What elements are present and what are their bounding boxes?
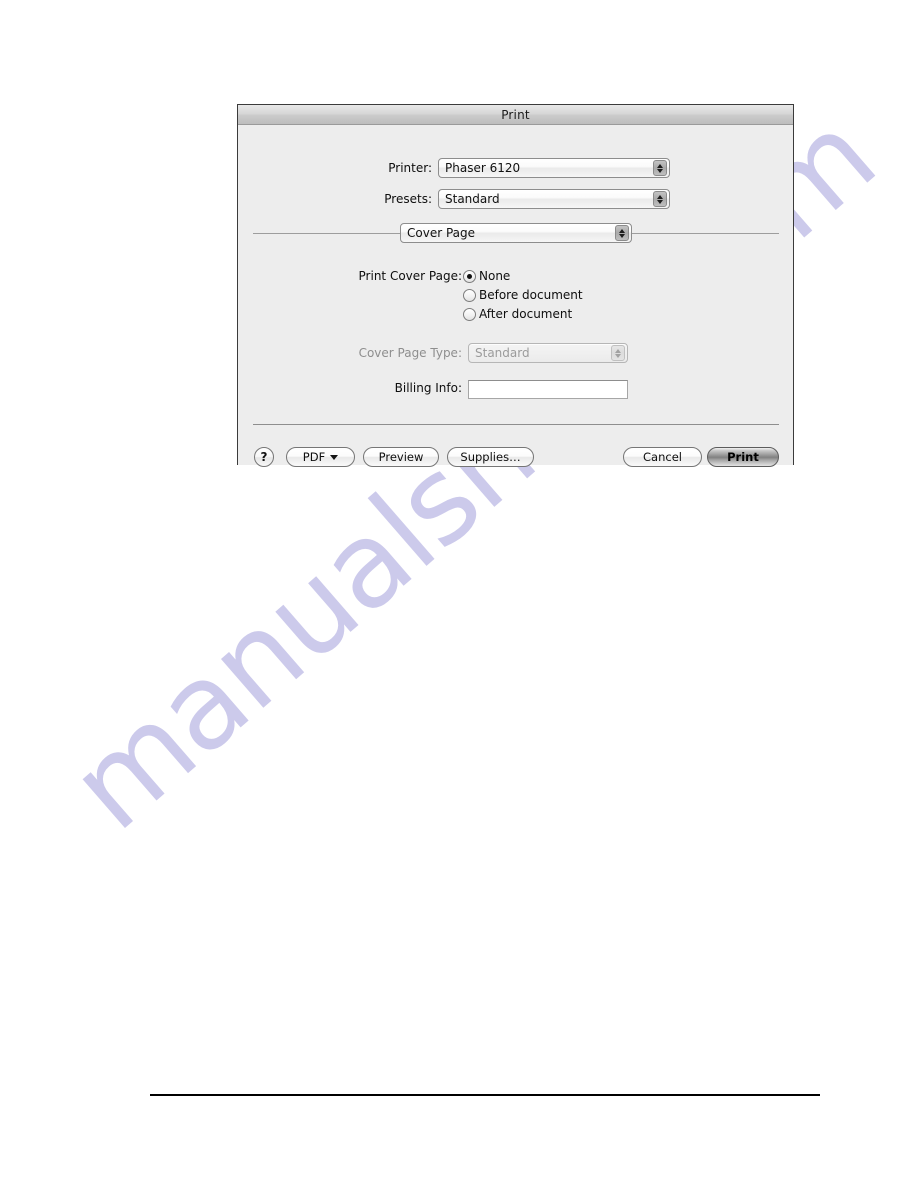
help-button[interactable]: ? — [254, 447, 274, 467]
radio-none[interactable] — [463, 269, 476, 283]
chevron-up-icon — [619, 228, 625, 233]
cancel-button[interactable]: Cancel — [623, 447, 702, 467]
cover-page-type-label: Cover Page Type: — [358, 346, 462, 360]
dialog-body: Printer: Phaser 6120 Presets: Standard C… — [238, 125, 793, 467]
presets-row: Presets: Standard — [343, 189, 770, 209]
button-bar-separator — [253, 424, 779, 425]
help-button-label: ? — [260, 450, 268, 464]
radio-before-document-label: Before document — [479, 288, 583, 302]
print-cover-page-row: Print Cover Page: None — [355, 269, 511, 283]
pane-rule-left — [253, 233, 400, 234]
chevron-down-icon — [657, 199, 663, 204]
radio-none-label: None — [479, 269, 511, 283]
pane-stepper-icon[interactable] — [615, 225, 629, 241]
printer-row: Printer: Phaser 6120 — [343, 158, 770, 178]
printer-popup-value: Phaser 6120 — [445, 161, 521, 175]
preview-button-label: Preview — [378, 450, 424, 464]
billing-info-value — [469, 383, 477, 401]
chevron-down-icon — [330, 454, 339, 460]
supplies-button-label: Supplies… — [460, 450, 521, 464]
chevron-down-icon — [657, 168, 663, 173]
pane-popup[interactable]: Cover Page — [400, 223, 632, 243]
chevron-down-icon — [615, 353, 621, 358]
presets-stepper-icon[interactable] — [653, 191, 667, 207]
print-cover-page-label: Print Cover Page: — [358, 269, 462, 283]
pane-popup-value: Cover Page — [407, 226, 476, 240]
presets-label: Presets: — [384, 192, 432, 206]
cover-page-type-popup: Standard — [468, 343, 628, 363]
pdf-button-label: PDF — [302, 450, 326, 464]
presets-popup-value: Standard — [445, 192, 500, 206]
supplies-button[interactable]: Supplies… — [447, 447, 534, 467]
billing-info-label: Billing Info: — [394, 381, 462, 395]
cover-page-type-row: Cover Page Type: Standard — [355, 343, 628, 363]
after-document-row[interactable]: After document — [463, 307, 572, 321]
radio-after-document[interactable] — [463, 307, 476, 321]
chevron-up-icon — [657, 163, 663, 168]
cover-page-type-stepper-icon — [611, 345, 625, 361]
print-button-label: Print — [727, 450, 759, 464]
billing-info-input[interactable] — [468, 380, 628, 399]
presets-popup[interactable]: Standard — [438, 189, 670, 209]
radio-dot-icon — [467, 273, 472, 279]
page-footer-rule — [150, 1094, 820, 1096]
chevron-down-icon — [619, 233, 625, 238]
print-button[interactable]: Print — [707, 447, 779, 467]
cancel-button-label: Cancel — [643, 450, 682, 464]
dialog-titlebar[interactable]: Print — [238, 105, 793, 125]
before-document-row[interactable]: Before document — [463, 288, 583, 302]
preview-button[interactable]: Preview — [363, 447, 439, 467]
billing-info-row: Billing Info: — [355, 381, 462, 395]
cover-page-type-value: Standard — [475, 346, 530, 360]
printer-popup[interactable]: Phaser 6120 — [438, 158, 670, 178]
pane-rule-right — [632, 233, 779, 234]
pdf-button[interactable]: PDF — [286, 447, 355, 467]
dialog-title: Print — [501, 107, 530, 122]
radio-before-document[interactable] — [463, 288, 476, 302]
radio-after-document-label: After document — [479, 307, 573, 321]
printer-label: Printer: — [388, 161, 432, 175]
chevron-up-icon — [657, 194, 663, 199]
chevron-up-icon — [615, 348, 621, 353]
printer-stepper-icon[interactable] — [653, 160, 667, 176]
print-dialog: Print Printer: Phaser 6120 Presets: Stan… — [237, 104, 794, 467]
